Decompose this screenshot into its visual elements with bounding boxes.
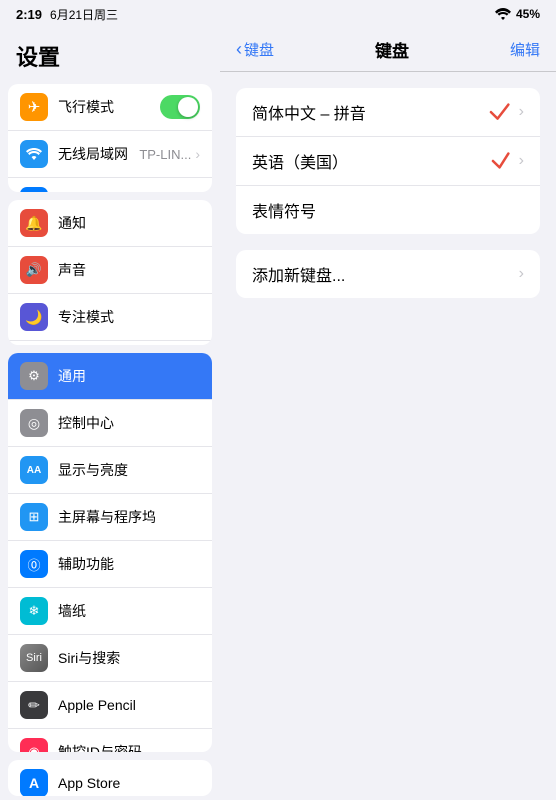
focus-icon: 🌙 bbox=[20, 303, 48, 331]
wifi-value: TP-LIN... bbox=[139, 147, 191, 162]
sidebar-item-touchid[interactable]: ◉ 触控ID与密码 bbox=[8, 729, 212, 752]
sidebar-title: 设置 bbox=[0, 28, 220, 80]
siri-icon: Siri bbox=[20, 644, 48, 672]
sidebar-item-notification[interactable]: 🔔 通知 bbox=[8, 200, 212, 247]
focus-label: 专注模式 bbox=[58, 307, 200, 327]
status-date: 6月21日周三 bbox=[50, 6, 118, 23]
sidebar-section-3: ⚙ 通用 ◎ 控制中心 AA 显示与亮度 ⊞ 主屏幕与程序坞 ⓪ 辅助功能 ❄ … bbox=[8, 353, 212, 752]
check-simplified-icon bbox=[489, 101, 519, 123]
appstore-icon: A bbox=[20, 769, 48, 796]
sidebar-item-wallpaper[interactable]: ❄ 墙纸 bbox=[8, 588, 212, 635]
homescreen-icon: ⊞ bbox=[20, 503, 48, 531]
controlcenter-label: 控制中心 bbox=[58, 413, 200, 433]
wallpaper-label: 墙纸 bbox=[58, 601, 200, 621]
keyboard-item-emoji[interactable]: 表情符号 bbox=[236, 186, 540, 234]
sidebar-item-screentime[interactable]: ⏱ 屏幕使用时间 bbox=[8, 341, 212, 345]
sidebar-item-applepencil[interactable]: ✏ Apple Pencil bbox=[8, 682, 212, 729]
content-nav: ‹ 键盘 键盘 编辑 bbox=[220, 28, 556, 72]
display-icon: AA bbox=[20, 456, 48, 484]
check-english-icon bbox=[491, 150, 519, 172]
bluetooth-icon: B bbox=[20, 187, 48, 192]
status-icons: 45% bbox=[495, 7, 540, 21]
simplified-chinese-chevron-icon: › bbox=[519, 103, 524, 121]
sidebar: 设置 ✈ 飞行模式 无线局域网 TP-LIN... › bbox=[0, 28, 220, 800]
wifi-chevron-icon: › bbox=[195, 146, 200, 162]
emoji-label: 表情符号 bbox=[252, 198, 524, 222]
siri-label: Siri与搜索 bbox=[58, 648, 200, 668]
sidebar-item-general[interactable]: ⚙ 通用 bbox=[8, 353, 212, 400]
nav-edit-button[interactable]: 编辑 bbox=[510, 39, 540, 60]
bluetooth-value: 打开 bbox=[165, 192, 191, 193]
sidebar-item-homescreen[interactable]: ⊞ 主屏幕与程序坞 bbox=[8, 494, 212, 541]
sidebar-section-2: 🔔 通知 🔊 声音 🌙 专注模式 ⏱ 屏幕使用时间 bbox=[8, 200, 212, 345]
add-keyboard-label: 添加新键盘... bbox=[252, 262, 519, 286]
applepencil-icon: ✏ bbox=[20, 691, 48, 719]
battery-indicator: 45% bbox=[516, 7, 540, 21]
nav-title: 键盘 bbox=[375, 37, 409, 62]
homescreen-label: 主屏幕与程序坞 bbox=[58, 507, 200, 527]
touchid-icon: ◉ bbox=[20, 738, 48, 752]
general-label: 通用 bbox=[58, 366, 200, 386]
bluetooth-label: 蓝牙 bbox=[58, 191, 165, 192]
nav-back-label: 键盘 bbox=[244, 39, 274, 60]
english-us-chevron-icon: › bbox=[519, 152, 524, 170]
airplane-toggle[interactable] bbox=[160, 95, 200, 119]
sidebar-section-4: A App Store bbox=[8, 760, 212, 796]
sidebar-item-focus[interactable]: 🌙 专注模式 bbox=[8, 294, 212, 341]
main-layout: 设置 ✈ 飞行模式 无线局域网 TP-LIN... › bbox=[0, 28, 556, 800]
controlcenter-icon: ◎ bbox=[20, 409, 48, 437]
add-keyboard-item[interactable]: 添加新键盘... › bbox=[236, 250, 540, 298]
wifi-setting-icon bbox=[20, 140, 48, 168]
sidebar-item-display[interactable]: AA 显示与亮度 bbox=[8, 447, 212, 494]
keyboards-section: 简体中文 – 拼音 › 英语（美国） › 表情符号 bbox=[236, 88, 540, 234]
appstore-label: App Store bbox=[58, 775, 200, 791]
applepencil-label: Apple Pencil bbox=[58, 697, 200, 713]
wallpaper-icon: ❄ bbox=[20, 597, 48, 625]
sidebar-item-appstore[interactable]: A App Store bbox=[8, 760, 212, 796]
sidebar-item-siri[interactable]: Siri Siri与搜索 bbox=[8, 635, 212, 682]
content-body: 简体中文 – 拼音 › 英语（美国） › 表情符号 bbox=[220, 72, 556, 800]
general-icon: ⚙ bbox=[20, 362, 48, 390]
sidebar-item-accessibility[interactable]: ⓪ 辅助功能 bbox=[8, 541, 212, 588]
display-label: 显示与亮度 bbox=[58, 460, 200, 480]
sidebar-item-bluetooth[interactable]: B 蓝牙 打开 › bbox=[8, 178, 212, 192]
touchid-label: 触控ID与密码 bbox=[58, 742, 200, 752]
sidebar-item-wifi[interactable]: 无线局域网 TP-LIN... › bbox=[8, 131, 212, 178]
nav-back-button[interactable]: ‹ 键盘 bbox=[236, 39, 274, 60]
status-time: 2:19 bbox=[16, 7, 42, 22]
status-bar: 2:19 6月21日周三 45% bbox=[0, 0, 556, 28]
content-area: ‹ 键盘 键盘 编辑 简体中文 – 拼音 › 英语（美国） bbox=[220, 28, 556, 800]
keyboard-item-simplified-chinese[interactable]: 简体中文 – 拼音 › bbox=[236, 88, 540, 137]
add-keyboard-chevron-icon: › bbox=[519, 265, 524, 283]
english-us-label: 英语（美国） bbox=[252, 149, 491, 173]
wifi-icon bbox=[495, 8, 511, 20]
notification-label: 通知 bbox=[58, 213, 200, 233]
airplane-icon: ✈ bbox=[20, 93, 48, 121]
notification-icon: 🔔 bbox=[20, 209, 48, 237]
sidebar-section-1: ✈ 飞行模式 无线局域网 TP-LIN... › B 蓝牙 bbox=[8, 84, 212, 192]
sidebar-item-controlcenter[interactable]: ◎ 控制中心 bbox=[8, 400, 212, 447]
airplane-label: 飞行模式 bbox=[58, 97, 160, 117]
back-chevron-icon: ‹ bbox=[236, 39, 242, 60]
simplified-chinese-label: 简体中文 – 拼音 bbox=[252, 100, 489, 124]
sidebar-item-sound[interactable]: 🔊 声音 bbox=[8, 247, 212, 294]
accessibility-label: 辅助功能 bbox=[58, 554, 200, 574]
sound-icon: 🔊 bbox=[20, 256, 48, 284]
wifi-label: 无线局域网 bbox=[58, 144, 139, 164]
sound-label: 声音 bbox=[58, 260, 200, 280]
add-keyboard-section: 添加新键盘... › bbox=[236, 250, 540, 298]
accessibility-icon: ⓪ bbox=[20, 550, 48, 578]
sidebar-item-airplane[interactable]: ✈ 飞行模式 bbox=[8, 84, 212, 131]
keyboard-item-english-us[interactable]: 英语（美国） › bbox=[236, 137, 540, 186]
